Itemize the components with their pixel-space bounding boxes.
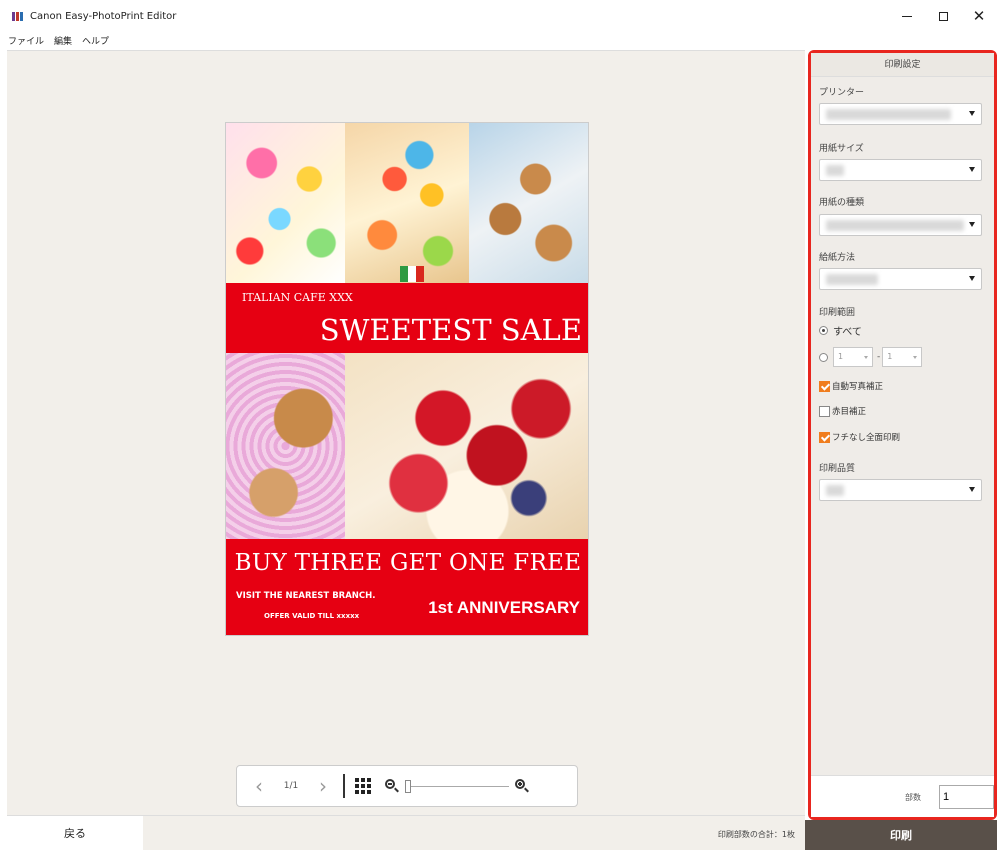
close-icon: ✕: [972, 7, 986, 25]
menu-help[interactable]: ヘルプ: [82, 34, 109, 47]
borderless-checkbox[interactable]: [819, 431, 830, 443]
paper-size-select[interactable]: [819, 159, 982, 181]
print-button[interactable]: 印刷: [805, 820, 997, 850]
printer-select[interactable]: [819, 103, 982, 125]
borderless-label: フチなし全面印刷: [832, 433, 901, 443]
print-settings-panel: 印刷設定 プリンター 用紙サイズ 用紙の種類 給紙方法 印刷範囲 すべて 1 -…: [808, 50, 997, 820]
poster-preview: ITALIAN CAFE XXX SWEETEST SALE BUY THREE…: [225, 122, 589, 636]
window-title: Canon Easy-PhotoPrint Editor: [30, 10, 177, 22]
range-all-radio[interactable]: [819, 326, 828, 335]
print-quality-label: 印刷品質: [819, 464, 856, 474]
zoom-out-icon[interactable]: [385, 779, 399, 793]
range-to-select[interactable]: 1: [882, 347, 923, 367]
candy-photo: [226, 123, 345, 283]
media-type-label: 用紙の種類: [819, 198, 865, 208]
maximize-icon: [938, 11, 948, 21]
paper-source-select[interactable]: [819, 268, 982, 290]
strawberry-cake-photo: [345, 353, 588, 539]
poster-cafe-name: ITALIAN CAFE XXX: [242, 291, 353, 304]
media-type-select[interactable]: [819, 214, 982, 236]
previous-page-button[interactable]: ‹: [247, 774, 271, 798]
dropdown-arrow-icon: [969, 167, 975, 172]
page-indicator: 1/1: [283, 781, 299, 791]
range-pages-radio[interactable]: [819, 352, 828, 362]
copies-label: 部数: [905, 793, 921, 802]
poster-anniversary: 1st ANNIVERSARY: [428, 598, 580, 617]
range-pages-option[interactable]: 1 - 1: [819, 347, 924, 367]
close-button[interactable]: ✕: [961, 0, 997, 32]
red-eye-option[interactable]: 赤目補正: [819, 405, 866, 417]
paper-source-label: 給紙方法: [819, 253, 856, 263]
maximize-button[interactable]: [925, 0, 961, 32]
dropdown-arrow-icon: [969, 222, 975, 227]
app-logo-icon: [12, 11, 24, 21]
borderless-option[interactable]: フチなし全面印刷: [819, 431, 900, 443]
italian-flag-icon: [400, 266, 424, 282]
jelly-candy-photo: [345, 123, 469, 283]
copies-input[interactable]: [939, 785, 994, 809]
poster-headline: SWEETEST SALE: [319, 313, 582, 347]
printer-label: プリンター: [819, 88, 865, 98]
poster-promo: BUY THREE GET ONE FREE: [234, 550, 582, 576]
dropdown-arrow-icon: [969, 276, 975, 281]
minimize-button[interactable]: [889, 0, 925, 32]
print-range-label: 印刷範囲: [819, 308, 856, 318]
window-controls: ✕: [889, 0, 997, 32]
status-bar: 印刷部数の合計：1枚: [143, 815, 805, 850]
menu-bar: ファイル 編集 ヘルプ: [0, 32, 997, 49]
dropdown-arrow-icon: [969, 487, 975, 492]
zoom-slider[interactable]: [405, 779, 509, 793]
red-eye-checkbox[interactable]: [819, 405, 830, 417]
cookies-photo: [469, 123, 588, 283]
zoom-slider-thumb[interactable]: [405, 780, 411, 793]
red-eye-label: 赤目補正: [832, 407, 867, 417]
total-copies-text: 印刷部数の合計：1枚: [717, 830, 795, 839]
view-toolbar: ‹ 1/1 ›: [236, 765, 578, 807]
copies-row: 部数: [811, 775, 994, 817]
poster-offer: OFFER VALID TILL xxxxx: [264, 612, 360, 620]
title-bar: Canon Easy-PhotoPrint Editor ✕: [0, 0, 997, 32]
range-all-option[interactable]: すべて: [819, 323, 862, 338]
preview-canvas: ITALIAN CAFE XXX SWEETEST SALE BUY THREE…: [7, 50, 805, 815]
auto-correct-label: 自動写真補正: [832, 382, 884, 392]
heart-cookie-photo: [226, 353, 345, 539]
menu-file[interactable]: ファイル: [8, 34, 44, 47]
toolbar-divider: [343, 774, 345, 798]
panel-title: 印刷設定: [811, 53, 994, 77]
next-page-button[interactable]: ›: [311, 774, 335, 798]
settings-body: プリンター 用紙サイズ 用紙の種類 給紙方法 印刷範囲 すべて 1 - 1 自動…: [811, 77, 994, 775]
print-quality-select[interactable]: [819, 479, 982, 501]
zoom-in-icon[interactable]: [515, 779, 529, 793]
poster-visit: VISIT THE NEAREST BRANCH.: [236, 591, 376, 601]
menu-edit[interactable]: 編集: [54, 34, 72, 47]
back-button[interactable]: 戻る: [7, 815, 143, 850]
minimize-icon: [902, 15, 912, 17]
auto-correct-option[interactable]: 自動写真補正: [819, 380, 883, 392]
thumbnail-grid-icon[interactable]: [355, 778, 371, 794]
dropdown-arrow-icon: [969, 111, 975, 116]
range-dash: -: [877, 352, 881, 362]
paper-size-label: 用紙サイズ: [819, 144, 864, 154]
range-all-label: すべて: [833, 327, 862, 338]
range-from-select[interactable]: 1: [833, 347, 873, 367]
auto-correct-checkbox[interactable]: [819, 380, 830, 392]
